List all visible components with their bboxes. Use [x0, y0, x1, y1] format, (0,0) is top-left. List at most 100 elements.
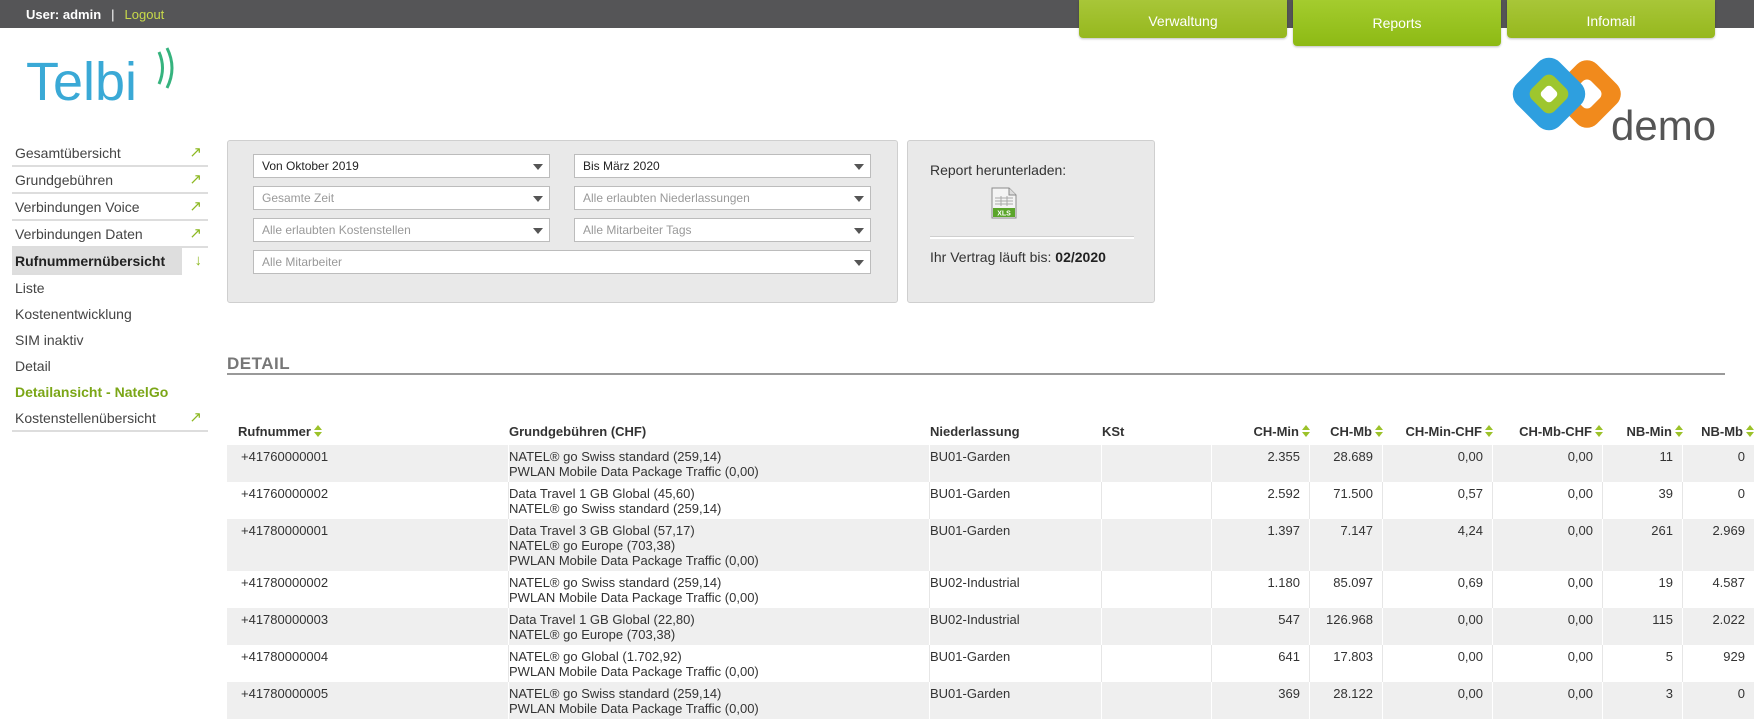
sort-icon[interactable] — [313, 425, 322, 437]
logout-link[interactable]: Logout — [125, 7, 165, 22]
sort-icon[interactable] — [1746, 425, 1754, 437]
user-info: User: admin | Logout — [26, 7, 164, 22]
from-month-select[interactable]: Von Oktober 2019 — [253, 154, 550, 178]
cell-nl: BU01-Garden — [930, 682, 1102, 719]
sidebar-subitem-liste[interactable]: Liste — [12, 275, 208, 301]
sort-icon[interactable] — [1302, 425, 1310, 437]
column-header-rufnummer[interactable]: Rufnummer — [238, 420, 322, 444]
column-header-kst[interactable]: KSt — [1102, 420, 1124, 444]
cell-chminchf: 0,00 — [1383, 445, 1493, 482]
column-header-ch-mb-chf[interactable]: CH-Mb-CHF — [1493, 420, 1603, 444]
cell-chmbchf: 0,00 — [1493, 682, 1603, 719]
column-header-ch-min-chf[interactable]: CH-Min-CHF — [1383, 420, 1493, 444]
caret-down-icon — [854, 164, 864, 170]
plan-line: Data Travel 1 GB Global (45,60) — [509, 486, 695, 501]
cell-kst — [1102, 482, 1212, 519]
cell-chminchf: 0,57 — [1383, 482, 1493, 519]
sort-icon[interactable] — [1675, 425, 1683, 437]
sort-icon[interactable] — [1375, 425, 1383, 437]
xls-icon-label: XLS — [997, 211, 1011, 218]
cell-num: +41780000002 — [227, 571, 509, 608]
branch-value: Alle erlaubten Niederlassungen — [583, 191, 750, 205]
report-download-label: Report herunterladen: — [930, 162, 1067, 178]
sort-icon[interactable] — [1595, 425, 1603, 437]
to-month-value: Bis März 2020 — [583, 159, 660, 173]
cell-nbmin: 261 — [1603, 519, 1683, 571]
cell-chminchf: 0,00 — [1383, 645, 1493, 682]
telbi-logo[interactable]: Telbi — [26, 46, 186, 108]
cell-nbmin: 3 — [1603, 682, 1683, 719]
sidebar-subitem-detail[interactable]: Detail — [12, 353, 208, 379]
cost-center-value: Alle erlaubten Kostenstellen — [262, 223, 411, 237]
cell-nbmin: 39 — [1603, 482, 1683, 519]
plan-line: Data Travel 1 GB Global (22,80) — [509, 612, 695, 627]
cell-nbmb: 4.587 — [1712, 575, 1745, 590]
sidebar-subitem-sim-inaktiv[interactable]: SIM inaktiv — [12, 327, 208, 353]
sidebar-item-label: Rufnummernübersicht — [15, 253, 166, 269]
table-row[interactable]: +41780000001 Data Travel 3 GB Global (57,… — [227, 519, 1754, 571]
period-select[interactable]: Gesamte Zeit — [253, 186, 550, 210]
table-row[interactable]: +41780000003 Data Travel 1 GB Global (22,… — [227, 608, 1754, 645]
sidebar-item-rufnummernuebersicht[interactable]: Rufnummernübersicht ↓ — [12, 248, 202, 275]
sidebar-item-label: Verbindungen Voice — [15, 199, 140, 215]
employees-select[interactable]: Alle Mitarbeiter — [253, 250, 871, 274]
branch-select[interactable]: Alle erlaubten Niederlassungen — [574, 186, 871, 210]
column-header-ch-mb[interactable]: CH-Mb — [1310, 420, 1383, 444]
cell-nl: BU02-Industrial — [930, 571, 1102, 608]
sidebar: Gesamtübersicht ↗ Grundgebühren ↗ Verbin… — [12, 140, 208, 432]
sidebar-item-gesamtuebersicht[interactable]: Gesamtübersicht ↗ — [12, 140, 208, 167]
arrow-down-icon: ↓ — [194, 252, 203, 269]
column-header-nb-mb[interactable]: NB-Mb — [1683, 420, 1754, 444]
table-row[interactable]: +41780000002 NATEL® go Swiss standard (25… — [227, 571, 1754, 608]
caret-down-icon — [854, 196, 864, 202]
telbi-logo-text: Telbi — [26, 52, 137, 108]
cell-nbmb: 0 — [1737, 449, 1745, 464]
tab-infomail[interactable]: Infomail — [1507, 0, 1715, 38]
cell-chmin: 1.180 — [1212, 571, 1310, 608]
cell-chmb: 28.689 — [1310, 445, 1383, 482]
cell-chmbchf: 0,00 — [1493, 608, 1603, 645]
column-header-ch-min[interactable]: CH-Min — [1212, 420, 1310, 444]
cell-nbmb: 2.022 — [1712, 612, 1745, 627]
section-divider — [227, 373, 1725, 375]
cell-chmin: 369 — [1212, 682, 1310, 719]
cost-center-select[interactable]: Alle erlaubten Kostenstellen — [253, 218, 550, 242]
sidebar-item-verbindungen-voice[interactable]: Verbindungen Voice ↗ — [12, 194, 208, 221]
column-header-niederlassung[interactable]: Niederlassung — [930, 420, 1020, 444]
sidebar-item-kostenstellenuebersicht[interactable]: Kostenstellenübersicht ↗ — [12, 405, 208, 432]
cell-plans: NATEL® go Swiss standard (259,14) PWLAN M… — [509, 571, 930, 608]
table-row[interactable]: +41780000004 NATEL® go Global (1.702,92) P… — [227, 645, 1754, 682]
sidebar-item-label: Gesamtübersicht — [15, 145, 121, 161]
cell-nl: BU01-Garden — [930, 445, 1102, 482]
sidebar-subitem-detailansicht-natelgo[interactable]: Detailansicht - NatelGo — [12, 379, 208, 405]
cell-nbmb: 0 — [1737, 686, 1745, 701]
plan-line: PWLAN Mobile Data Package Traffic (0,00) — [509, 464, 759, 479]
header-label: Rufnummer — [238, 424, 311, 439]
sidebar-item-grundgebuehren[interactable]: Grundgebühren ↗ — [12, 167, 208, 194]
xls-download-icon[interactable]: XLS — [991, 187, 1017, 219]
cell-chmbchf: 0,00 — [1493, 519, 1603, 571]
filter-panel: Von Oktober 2019 Bis März 2020 Gesamte Z… — [227, 140, 898, 303]
sort-icon[interactable] — [1485, 425, 1493, 437]
cell-plans: Data Travel 1 GB Global (22,80) NATEL® go… — [509, 608, 930, 645]
arrow-up-right-icon: ↗ — [189, 144, 202, 161]
cell-num: +41780000005 — [227, 682, 509, 719]
sidebar-item-verbindungen-daten[interactable]: Verbindungen Daten ↗ — [12, 221, 208, 248]
table-row[interactable]: +41760000001 NATEL® go Swiss standard (25… — [227, 445, 1754, 482]
tab-reports[interactable]: Reports — [1293, 0, 1501, 46]
cell-chmb: 17.803 — [1310, 645, 1383, 682]
arrow-up-right-icon: ↗ — [189, 225, 202, 242]
column-header-nb-min[interactable]: NB-Min — [1603, 420, 1683, 444]
tab-verwaltung[interactable]: Verwaltung — [1079, 0, 1287, 38]
user-label: User: admin — [26, 7, 102, 22]
table-row[interactable]: +41780000005 NATEL® go Swiss standard (25… — [227, 682, 1754, 719]
cell-chmbchf: 0,00 — [1493, 645, 1603, 682]
to-month-select[interactable]: Bis März 2020 — [574, 154, 871, 178]
cell-nbmin: 19 — [1603, 571, 1683, 608]
sidebar-subitem-kostenentwicklung[interactable]: Kostenentwicklung — [12, 301, 208, 327]
column-header-grundgebuehren[interactable]: Grundgebühren (CHF) — [509, 420, 646, 444]
table-row[interactable]: +41760000002 Data Travel 1 GB Global (45,… — [227, 482, 1754, 519]
header-label: CH-Mb — [1330, 424, 1372, 439]
employee-tags-select[interactable]: Alle Mitarbeiter Tags — [574, 218, 871, 242]
cell-plans: NATEL® go Swiss standard (259,14) PWLAN M… — [509, 682, 930, 719]
